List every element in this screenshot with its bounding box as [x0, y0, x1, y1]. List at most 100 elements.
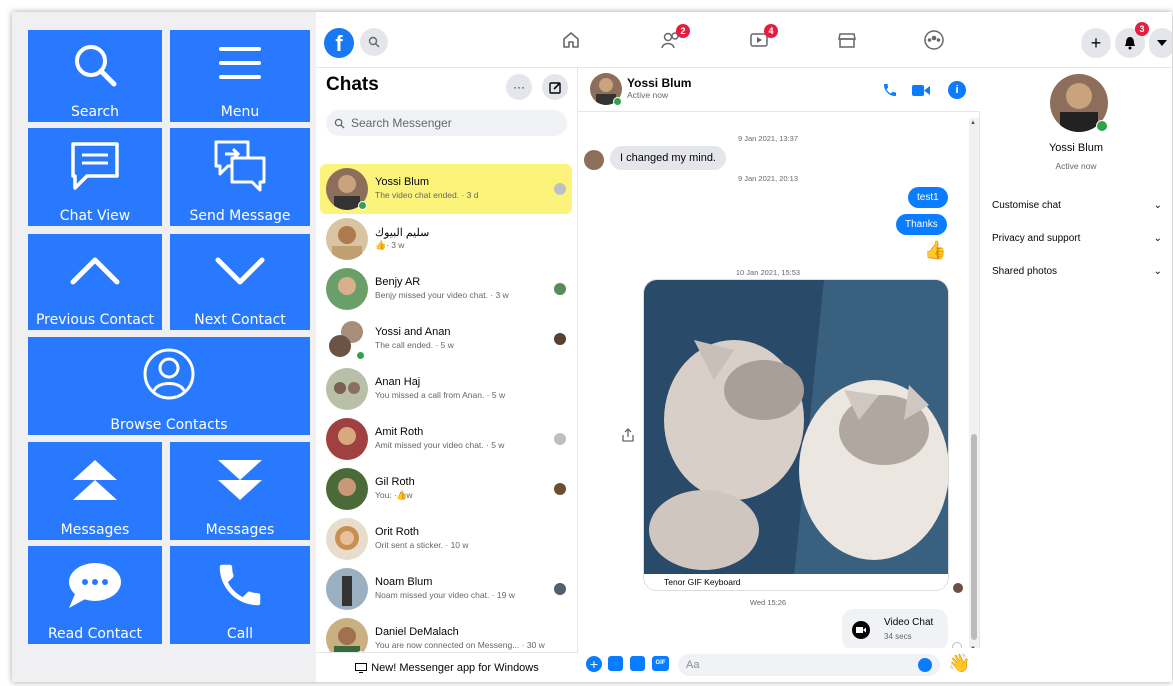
outgoing-message[interactable]: test1 — [908, 187, 948, 208]
menu-button[interactable]: Menu — [170, 30, 310, 122]
windows-app-banner[interactable]: New! Messenger app for Windows — [316, 652, 578, 682]
contact-last-message: Benjy missed your video chat. · 3 w — [375, 290, 509, 300]
timestamp: 9 Jan 2021, 13:37 — [737, 134, 799, 143]
account-menu-icon[interactable] — [1149, 28, 1172, 58]
menu-button-label: Menu — [220, 104, 260, 120]
scrollbar-thumb[interactable] — [971, 434, 977, 640]
outgoing-message[interactable]: Thanks — [896, 214, 947, 235]
avatar — [326, 468, 368, 510]
search-icon[interactable] — [360, 28, 388, 56]
more-actions-icon[interactable]: + — [586, 656, 602, 672]
chat-item[interactable]: Orit Roth Orit sent a sticker. · 10 w — [320, 514, 572, 564]
monitor-icon — [355, 662, 368, 673]
watch-badge: 4 — [764, 24, 778, 38]
conversation-contact-name[interactable]: Yossi Blum — [627, 76, 691, 90]
next-contact-label: Next Contact — [194, 312, 286, 328]
gif-caption: Tenor GIF Keyboard — [644, 574, 948, 590]
messages-up-button[interactable]: Messages — [28, 442, 162, 540]
chat-item[interactable]: سليم البيوك · 3 w 👍 — [320, 214, 572, 264]
timestamp: Wed 15:26 — [749, 598, 787, 607]
chat-item-yossi-blum[interactable]: Yossi Blum The video chat ended. · 3 d — [320, 164, 572, 214]
conversation-header: Yossi Blum Active now i — [578, 68, 980, 112]
banner-text: New! Messenger app for Windows — [371, 661, 539, 674]
contact-name: سليم البيوك — [375, 227, 430, 239]
marketplace-icon[interactable] — [834, 28, 860, 52]
double-up-icon — [28, 458, 162, 502]
online-indicator — [613, 97, 622, 106]
contact-name: Daniel DeMalach — [375, 626, 459, 638]
send-message-icon — [170, 138, 310, 194]
chat-item[interactable]: Anan Haj You missed a call from Anan. · … — [320, 364, 572, 414]
read-status-icon — [554, 333, 566, 345]
phone-icon — [170, 558, 310, 612]
voice-call-icon[interactable] — [882, 82, 898, 103]
photo-icon[interactable] — [608, 656, 623, 671]
facebook-logo-icon[interactable]: f — [324, 28, 354, 58]
next-contact-button[interactable]: Next Contact — [170, 234, 310, 330]
message-input[interactable]: Aa — [678, 654, 940, 676]
more-options-icon[interactable]: ··· — [506, 74, 532, 100]
search-placeholder: Search Messenger — [351, 116, 452, 130]
contact-info-panel: Yossi Blum Active now Customise chat ⌄ Pr… — [980, 68, 1172, 682]
chat-item[interactable]: Yossi and Anan The call ended. · 5 w — [320, 314, 572, 364]
chevron-up-icon — [28, 250, 162, 290]
chat-item[interactable]: Benjy AR Benjy missed your video chat. ·… — [320, 264, 572, 314]
messages-down-button[interactable]: Messages — [170, 442, 310, 540]
wave-emoji-icon[interactable]: 👋 — [948, 653, 970, 674]
message-composer: + GIF Aa 👋 — [578, 648, 980, 682]
video-chat-card[interactable]: Video Chat 34 secs — [842, 609, 948, 651]
read-status-icon — [554, 183, 566, 195]
read-contact-label: Read Contact — [47, 626, 143, 642]
thumbs-up-icon[interactable]: 👍 — [924, 240, 946, 261]
messages-down-label: Messages — [205, 522, 275, 538]
chat-item[interactable]: Amit Roth Amit missed your video chat. ·… — [320, 414, 572, 464]
chat-item[interactable]: Noam Blum Noam missed your video chat. ·… — [320, 564, 572, 614]
chat-view-label: Chat View — [59, 208, 131, 224]
conversation-scrollbar[interactable]: ▲ ▼ — [969, 118, 979, 654]
chat-view-button[interactable]: Chat View — [28, 128, 162, 226]
shared-photos-item[interactable]: Shared photos ⌄ — [992, 266, 1162, 277]
watch-icon[interactable]: 4 — [746, 24, 778, 52]
customise-chat-item[interactable]: Customise chat ⌄ — [992, 200, 1162, 211]
create-button[interactable]: + — [1081, 28, 1111, 58]
call-button[interactable]: Call — [170, 546, 310, 644]
privacy-support-item[interactable]: Privacy and support ⌄ — [992, 233, 1162, 244]
browse-contacts-button[interactable]: Browse Contacts — [28, 337, 310, 435]
scroll-up-icon[interactable]: ▲ — [970, 120, 976, 126]
top-nav: f 2 4 + 3 — [316, 12, 1172, 68]
contact-name: Yossi and Anan — [375, 326, 451, 338]
search-icon — [334, 118, 345, 129]
chevron-down-icon: ⌄ — [1153, 266, 1162, 277]
contact-last-message: Amit missed your video chat. · 5 w — [375, 440, 505, 450]
groups-icon[interactable] — [921, 28, 947, 52]
messages-up-label: Messages — [60, 522, 130, 538]
search-button[interactable]: Search — [28, 30, 162, 122]
friends-icon[interactable]: 2 — [658, 24, 690, 52]
chat-item[interactable]: Gil Roth You: · 8 w 👍 — [320, 464, 572, 514]
incoming-message[interactable]: I changed my mind. — [610, 146, 726, 170]
share-icon[interactable] — [622, 428, 634, 447]
notifications-bell-icon[interactable]: 3 — [1115, 22, 1149, 58]
avatar — [326, 518, 368, 560]
read-status-icon — [554, 433, 566, 445]
contact-last-message: · 3 w — [386, 240, 405, 250]
video-call-icon[interactable] — [912, 84, 930, 102]
home-icon[interactable] — [558, 28, 584, 52]
gif-icon[interactable]: GIF — [652, 656, 669, 671]
new-message-icon[interactable] — [542, 74, 568, 100]
online-indicator — [1096, 120, 1108, 132]
send-message-button[interactable]: Send Message — [170, 128, 310, 226]
contact-last-message: Orit sent a sticker. · 10 w — [375, 540, 469, 550]
sticker-icon[interactable] — [630, 656, 645, 671]
contact-last-message: The video chat ended. · 3 d — [375, 190, 479, 200]
read-contact-button[interactable]: Read Contact — [28, 546, 162, 644]
search-messenger-input[interactable]: Search Messenger — [326, 110, 567, 136]
contact-last-message: You missed a call from Anan. · 5 w — [375, 390, 506, 400]
gif-attachment[interactable]: Tenor GIF Keyboard — [643, 279, 949, 591]
info-icon[interactable]: i — [948, 81, 966, 99]
contact-last-message: The call ended. · 5 w — [375, 340, 454, 350]
contact-name: Anan Haj — [375, 376, 421, 388]
avatar — [326, 268, 368, 310]
previous-contact-button[interactable]: Previous Contact — [28, 234, 162, 330]
emoji-icon[interactable] — [918, 658, 932, 672]
